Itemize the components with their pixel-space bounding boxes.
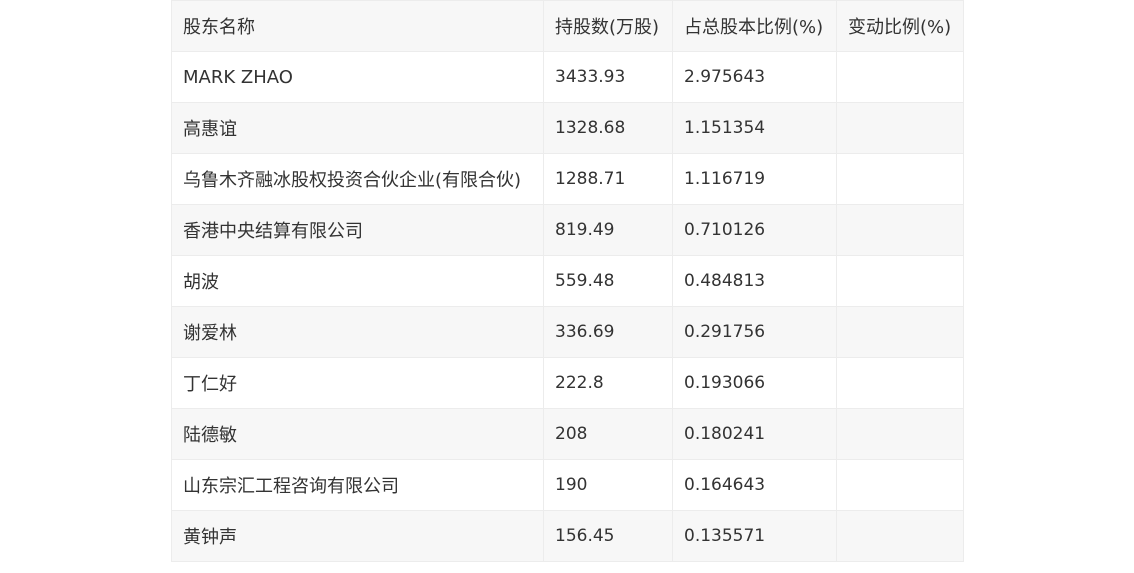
cell-share-ratio: 1.151354 [672, 102, 837, 154]
cell-shares-held: 208 [543, 408, 673, 460]
table-body: MARK ZHAO 3433.93 2.975643 高惠谊 1328.68 1… [171, 51, 964, 562]
cell-shares-held: 1288.71 [543, 153, 673, 205]
table-row: 陆德敏 208 0.180241 [171, 408, 964, 460]
cell-change-ratio [836, 51, 964, 103]
cell-shares-held: 222.8 [543, 357, 673, 409]
table-header: 股东名称 持股数(万股) 占总股本比例(%) 变动比例(%) [171, 0, 964, 52]
table-row: 胡波 559.48 0.484813 [171, 255, 964, 307]
cell-share-ratio: 0.180241 [672, 408, 837, 460]
cell-shareholder-name: 谢爱林 [171, 306, 544, 358]
cell-shares-held: 190 [543, 459, 673, 511]
cell-share-ratio: 0.164643 [672, 459, 837, 511]
cell-shares-held: 3433.93 [543, 51, 673, 103]
cell-change-ratio [836, 306, 964, 358]
cell-share-ratio: 2.975643 [672, 51, 837, 103]
cell-shareholder-name: 香港中央结算有限公司 [171, 204, 544, 256]
cell-change-ratio [836, 102, 964, 154]
cell-shareholder-name: 丁仁好 [171, 357, 544, 409]
shareholder-table-container: 股东名称 持股数(万股) 占总股本比例(%) 变动比例(%) MARK ZHAO… [171, 0, 964, 562]
cell-shares-held: 559.48 [543, 255, 673, 307]
cell-share-ratio: 1.116719 [672, 153, 837, 205]
table-row: MARK ZHAO 3433.93 2.975643 [171, 51, 964, 103]
cell-share-ratio: 0.291756 [672, 306, 837, 358]
cell-share-ratio: 0.193066 [672, 357, 837, 409]
header-share-ratio: 占总股本比例(%) [672, 0, 837, 52]
header-row: 股东名称 持股数(万股) 占总股本比例(%) 变动比例(%) [171, 0, 964, 52]
cell-shares-held: 336.69 [543, 306, 673, 358]
cell-change-ratio [836, 510, 964, 562]
cell-shareholder-name: 高惠谊 [171, 102, 544, 154]
table-row: 谢爱林 336.69 0.291756 [171, 306, 964, 358]
cell-share-ratio: 0.135571 [672, 510, 837, 562]
shareholder-table: 股东名称 持股数(万股) 占总股本比例(%) 变动比例(%) MARK ZHAO… [171, 0, 964, 562]
cell-change-ratio [836, 204, 964, 256]
cell-shareholder-name: MARK ZHAO [171, 51, 544, 103]
cell-shares-held: 156.45 [543, 510, 673, 562]
cell-share-ratio: 0.710126 [672, 204, 837, 256]
header-change-ratio: 变动比例(%) [836, 0, 964, 52]
table-row: 高惠谊 1328.68 1.151354 [171, 102, 964, 154]
table-row: 香港中央结算有限公司 819.49 0.710126 [171, 204, 964, 256]
cell-shareholder-name: 胡波 [171, 255, 544, 307]
cell-shares-held: 1328.68 [543, 102, 673, 154]
cell-shareholder-name: 陆德敏 [171, 408, 544, 460]
table-row: 丁仁好 222.8 0.193066 [171, 357, 964, 409]
header-shareholder-name: 股东名称 [171, 0, 544, 52]
table-row: 山东宗汇工程咨询有限公司 190 0.164643 [171, 459, 964, 511]
cell-change-ratio [836, 459, 964, 511]
cell-change-ratio [836, 153, 964, 205]
table-row: 黄钟声 156.45 0.135571 [171, 510, 964, 562]
cell-change-ratio [836, 408, 964, 460]
cell-shareholder-name: 黄钟声 [171, 510, 544, 562]
cell-change-ratio [836, 255, 964, 307]
cell-shareholder-name: 乌鲁木齐融冰股权投资合伙企业(有限合伙) [171, 153, 544, 205]
table-row: 乌鲁木齐融冰股权投资合伙企业(有限合伙) 1288.71 1.116719 [171, 153, 964, 205]
cell-shareholder-name: 山东宗汇工程咨询有限公司 [171, 459, 544, 511]
cell-shares-held: 819.49 [543, 204, 673, 256]
header-shares-held: 持股数(万股) [543, 0, 673, 52]
cell-share-ratio: 0.484813 [672, 255, 837, 307]
cell-change-ratio [836, 357, 964, 409]
